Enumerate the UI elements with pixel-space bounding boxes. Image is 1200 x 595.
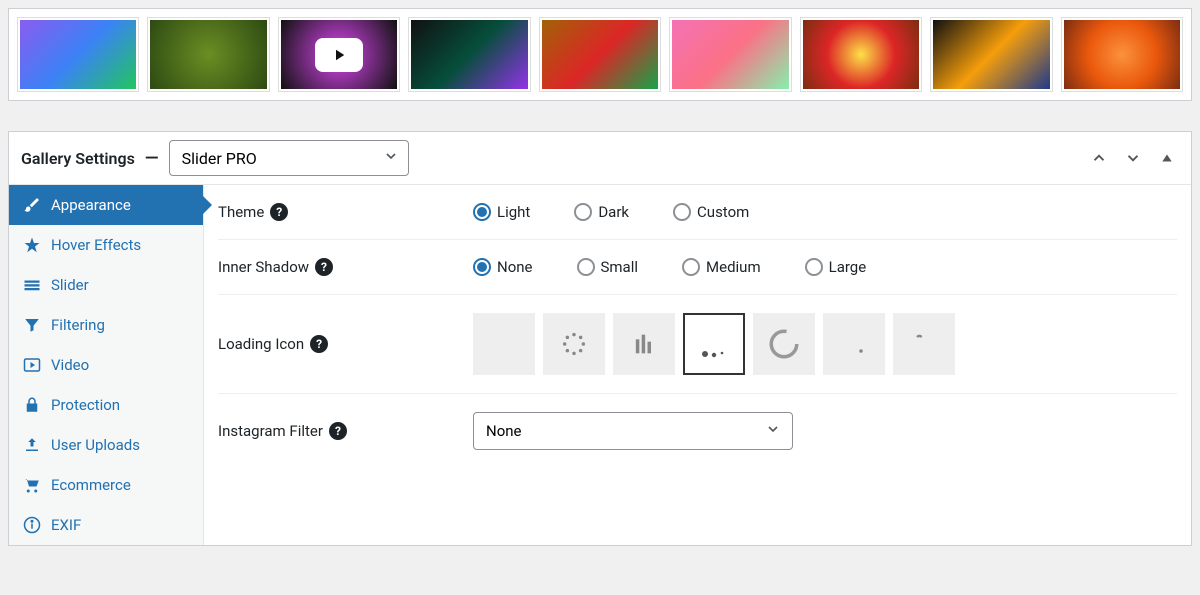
gallery-thumbnail[interactable] [278,17,400,92]
radio-input [473,203,491,221]
gallery-thumbnail[interactable] [539,17,661,92]
sidebar-item-appearance[interactable]: Appearance [9,185,203,225]
sidebar-item-label: Hover Effects [51,236,141,254]
cart-icon [23,476,41,494]
gallery-thumbnail[interactable] [800,17,922,92]
radio-label: None [497,258,533,276]
setting-row-inner-shadow: Inner Shadow ? None Small Medium Large [218,240,1177,295]
panel-dash: — [145,148,159,169]
gallery-settings-panel: Gallery Settings — Slider PRO Appearance… [8,131,1192,546]
radio-input [577,258,595,276]
panel-header: Gallery Settings — Slider PRO [9,132,1191,185]
play-icon [315,38,363,72]
gallery-thumbnail[interactable] [930,17,1052,92]
setting-row-theme: Theme ? Light Dark Custom [218,185,1177,240]
sidebar-item-hover[interactable]: Hover Effects [9,225,203,265]
sidebar-item-label: EXIF [51,516,81,534]
radio-shadow-medium[interactable]: Medium [682,258,761,276]
sidebar-item-protection[interactable]: Protection [9,385,203,425]
info-icon [23,516,41,534]
sidebar-item-label: Filtering [51,316,105,334]
radio-shadow-large[interactable]: Large [805,258,867,276]
radio-shadow-none[interactable]: None [473,258,533,276]
radio-input [805,258,823,276]
gallery-thumbnail[interactable] [147,17,269,92]
sidebar-item-label: Slider [51,276,89,294]
help-icon[interactable]: ? [270,203,288,221]
loading-icon-option[interactable] [893,313,955,375]
sidebar-item-uploads[interactable]: User Uploads [9,425,203,465]
settings-sidebar: Appearance Hover Effects Slider Filtering Vi… [9,185,204,545]
panel-title: Gallery Settings [21,149,135,168]
sidebar-item-label: Ecommerce [51,476,131,494]
move-down-button[interactable] [1121,146,1145,170]
setting-row-instagram-filter: Instagram Filter ? None [218,394,1177,468]
collapse-button[interactable] [1155,146,1179,170]
move-up-button[interactable] [1087,146,1111,170]
loading-icon-option[interactable] [543,313,605,375]
gallery-thumbnail-strip [8,8,1192,101]
sidebar-item-label: Video [51,356,89,374]
radio-theme-light[interactable]: Light [473,203,530,221]
radio-label: Medium [706,258,761,276]
radio-theme-custom[interactable]: Custom [673,203,749,221]
lock-icon [23,396,41,414]
instagram-filter-label: Instagram Filter [218,422,323,440]
radio-input [473,258,491,276]
play-icon [23,356,41,374]
radio-input [673,203,691,221]
slider-icon [23,276,41,294]
loading-icon-option[interactable] [683,313,745,375]
radio-label: Light [497,203,530,221]
radio-label: Small [601,258,639,276]
loading-icon-label: Loading Icon [218,335,304,353]
gallery-thumbnail[interactable] [669,17,791,92]
theme-label: Theme [218,203,264,221]
help-icon[interactable]: ? [329,422,347,440]
radio-input [574,203,592,221]
gallery-thumbnail[interactable] [1061,17,1183,92]
loading-icon-option[interactable] [613,313,675,375]
sidebar-item-label: Appearance [51,196,131,214]
radio-label: Dark [598,203,629,221]
radio-input [682,258,700,276]
instagram-filter-selected: None [486,422,522,440]
loading-icon-option[interactable] [473,313,535,375]
upload-icon [23,436,41,454]
help-icon[interactable]: ? [315,258,333,276]
radio-label: Large [829,258,867,276]
loading-icon-option[interactable] [753,313,815,375]
radio-theme-dark[interactable]: Dark [574,203,629,221]
radio-label: Custom [697,203,749,221]
sidebar-item-slider[interactable]: Slider [9,265,203,305]
gallery-thumbnail[interactable] [408,17,530,92]
radio-shadow-small[interactable]: Small [577,258,639,276]
sidebar-item-label: User Uploads [51,436,140,454]
settings-content: Theme ? Light Dark Custom Inner Shadow ? N… [204,185,1191,545]
preset-select[interactable]: Slider PRO [169,140,409,176]
help-icon[interactable]: ? [310,335,328,353]
sidebar-item-ecommerce[interactable]: Ecommerce [9,465,203,505]
brush-icon [23,196,41,214]
instagram-filter-select[interactable]: None [473,412,793,450]
sidebar-item-filtering[interactable]: Filtering [9,305,203,345]
preset-selected-label: Slider PRO [182,149,257,168]
sidebar-item-video[interactable]: Video [9,345,203,385]
star-icon [23,236,41,254]
filter-icon [23,316,41,334]
gallery-thumbnail[interactable] [17,17,139,92]
setting-row-loading-icon: Loading Icon ? [218,295,1177,394]
sidebar-item-exif[interactable]: EXIF [9,505,203,545]
inner-shadow-label: Inner Shadow [218,258,309,276]
sidebar-item-label: Protection [51,396,120,414]
loading-icon-option[interactable] [823,313,885,375]
